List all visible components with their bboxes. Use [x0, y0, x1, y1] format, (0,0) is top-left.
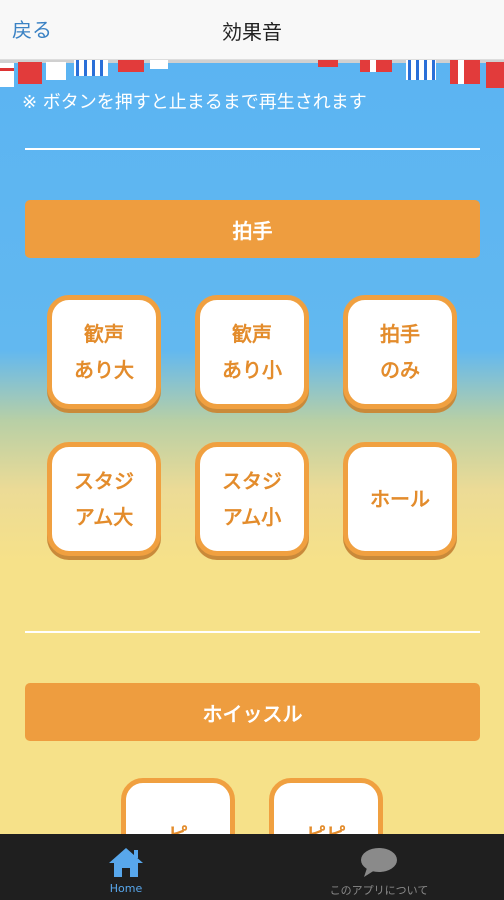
button-label-line2: あり大 — [74, 358, 134, 382]
button-label-line1: ピ — [168, 817, 188, 834]
playback-notice: ※ ボタンを押すと止まるまで再生されます — [22, 92, 367, 113]
button-label-line2: あり小 — [222, 358, 282, 382]
sound-button-cheer-large[interactable]: 歓声 あり大 — [47, 295, 161, 409]
speech-bubble-icon — [361, 848, 397, 877]
divider — [25, 631, 480, 633]
tab-about-app[interactable]: このアプリについて — [300, 834, 458, 900]
button-label-line1: ピピ — [306, 817, 346, 834]
bunting-flags-decoration — [0, 60, 504, 88]
button-label-line1: 拍手 — [380, 322, 420, 346]
sound-button-stadium-small[interactable]: スタジ アム小 — [195, 442, 309, 556]
divider — [25, 148, 480, 150]
button-label-line2: アム小 — [222, 505, 282, 529]
sound-button-hall[interactable]: ホール — [343, 442, 457, 556]
tab-home[interactable]: Home — [70, 834, 182, 900]
button-label-line2: アム大 — [74, 505, 134, 529]
sound-button-stadium-large[interactable]: スタジ アム大 — [47, 442, 161, 556]
sound-button-whistle-double[interactable]: ピピ — [269, 778, 383, 834]
button-label-line1: ホール — [370, 487, 430, 511]
tab-about-label: このアプリについて — [329, 884, 429, 897]
tab-bar: Home このアプリについて — [0, 834, 504, 900]
button-label-line1: 歓声 — [232, 322, 272, 346]
page-title: 効果音 — [222, 20, 282, 44]
section-header-whistle[interactable]: ホイッスル — [25, 683, 480, 741]
scroll-content[interactable]: ※ ボタンを押すと止まるまで再生されます 拍手 歓声あり大 歓声あり小 拍手のみ… — [0, 60, 504, 834]
tab-home-label: Home — [109, 882, 143, 895]
sound-button-cheer-small[interactable]: 歓声 あり小 — [195, 295, 309, 409]
button-label-line2: のみ — [380, 358, 420, 382]
sound-button-applause-only[interactable]: 拍手 のみ — [343, 295, 457, 409]
home-icon — [109, 848, 143, 877]
navigation-bar: 戻る 効果音 — [0, 0, 504, 60]
sound-button-whistle-short[interactable]: ピ — [121, 778, 235, 834]
button-label-line1: 歓声 — [84, 322, 124, 346]
button-label-line1: スタジ — [222, 469, 282, 493]
section-header-applause[interactable]: 拍手 — [25, 200, 480, 258]
button-label-line1: スタジ — [74, 469, 134, 493]
